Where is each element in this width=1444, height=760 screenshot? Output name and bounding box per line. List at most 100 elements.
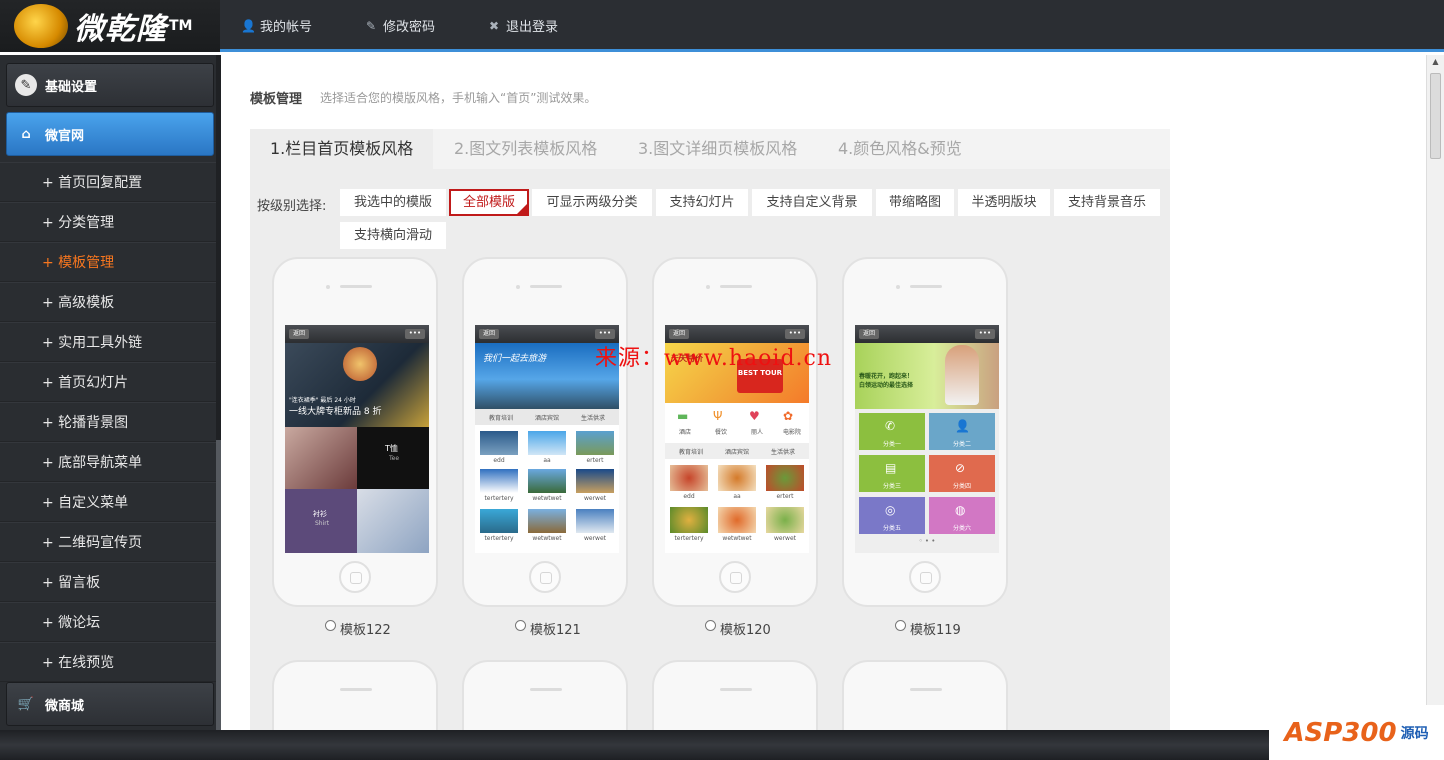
preview-back-button: 返回: [289, 329, 310, 339]
chip-two-level[interactable]: 可显示两级分类: [532, 189, 652, 216]
logout-link[interactable]: ✖ 退出登录: [487, 16, 559, 36]
phone-camera: [706, 285, 710, 289]
globe-icon: ◍: [955, 503, 966, 517]
sidebar-item-home-slides[interactable]: + 首页幻灯片: [0, 362, 216, 402]
chat-icon: ▤: [885, 461, 897, 475]
preview-navbar: 返回 •••: [855, 325, 999, 343]
preview-tile-label: 分类六: [952, 525, 971, 532]
chip-bg-music[interactable]: 支持背景音乐: [1054, 189, 1160, 216]
preview-thumb-label: tertertery: [674, 535, 704, 542]
preview-thumb: [576, 431, 614, 455]
sidebar-item-tools-links[interactable]: + 实用工具外链: [0, 322, 216, 362]
preview-thumb-label: werwet: [583, 535, 607, 542]
film-icon: ✿: [783, 409, 794, 423]
preview-tile-label: 分类四: [952, 483, 971, 490]
chip-thumbnail[interactable]: 带缩略图: [876, 189, 954, 216]
chip-horizontal-scroll[interactable]: 支持横向滑动: [340, 222, 446, 249]
phone-home-button: [339, 561, 371, 593]
preview-thumb: [670, 465, 708, 491]
sidebar-item-bottom-nav[interactable]: + 底部导航菜单: [0, 442, 216, 482]
sidebar-item-carousel-bg[interactable]: + 轮播背景图: [0, 402, 216, 442]
template-card-122[interactable]: 返回 ••• "连衣裙季" 最后 24 小时 一线大牌专柜新品 8 折 T恤 T…: [272, 257, 438, 607]
preview-icon-label: 电影院: [782, 429, 801, 436]
close-icon: ✖: [488, 18, 500, 33]
template-preview-screen: 返回 ••• 春暖花开，跑起来！ 白领运动的最佳选择 ✆ 👤 ▤ ⊘ ◎ ◍ 分…: [855, 325, 999, 553]
preview-thumb: [528, 469, 566, 493]
chip-custom-bg[interactable]: 支持自定义背景: [752, 189, 872, 216]
preview-thumb: [766, 465, 804, 491]
preview-tile-b-sub: Shirt: [315, 520, 330, 527]
camera-icon: ◎: [885, 503, 896, 517]
preview-thumb-label: aa: [543, 457, 551, 464]
phone-speaker: [340, 688, 372, 691]
chip-all-templates[interactable]: 全部模版 ✓: [449, 189, 529, 216]
change-password-link[interactable]: ✎ 修改密码: [364, 16, 435, 36]
logout-label: 退出登录: [506, 20, 559, 35]
chip-translucent[interactable]: 半透明版块: [958, 189, 1050, 216]
preview-more-icon: •••: [405, 329, 425, 339]
sidebar-item-forum[interactable]: + 微论坛: [0, 602, 216, 642]
preview-thumb-label: wetwtwet: [532, 535, 562, 542]
template-card-partial[interactable]: [842, 660, 1008, 740]
preview-tab: 生活供求: [580, 415, 605, 422]
preview-thumb: [766, 507, 804, 533]
template-radio-121[interactable]: 模板121: [515, 619, 581, 638]
preview-more-icon: •••: [595, 329, 615, 339]
my-account-label: 我的帐号: [260, 20, 313, 35]
preview-model-image: [343, 347, 377, 381]
chip-slideshow[interactable]: 支持幻灯片: [656, 189, 748, 216]
chip-my-selected[interactable]: 我选中的模版: [340, 189, 446, 216]
radio-icon: [325, 620, 336, 631]
sidebar-item-category[interactable]: + 分类管理: [0, 202, 216, 242]
tab-color-preview[interactable]: 4.颜色风格&预览: [838, 129, 962, 169]
sidebar-item-online-preview[interactable]: + 在线预览: [0, 642, 216, 682]
preview-thumb: [528, 509, 566, 533]
preview-thumb: [718, 507, 756, 533]
preview-thumb: [480, 509, 518, 533]
template-card-121[interactable]: 返回 ••• 我们一起去旅游 教育培训 酒店宾馆 生活供求 edd aa ert…: [462, 257, 628, 607]
sidebar-item-advanced-template[interactable]: + 高级模板: [0, 282, 216, 322]
main-scroll-thumb[interactable]: [1430, 73, 1441, 159]
pager-dots-icon: ◦ • •: [918, 537, 936, 545]
fork-icon: Ψ: [713, 409, 723, 423]
preview-back-button: 返回: [669, 329, 690, 339]
home-icon: ⌂: [21, 126, 31, 142]
preview-tile-a-label: T恤: [385, 444, 398, 453]
template-card-partial[interactable]: [652, 660, 818, 740]
my-account-link[interactable]: 👤 我的帐号: [241, 16, 313, 36]
scroll-up-icon[interactable]: ▲: [1427, 55, 1444, 69]
template-card-partial[interactable]: [462, 660, 628, 740]
preview-thumb-label: wetwtwet: [722, 535, 752, 542]
tab-list-template[interactable]: 2.图文列表模板风格: [454, 129, 597, 169]
phone-camera: [516, 285, 520, 289]
main-scrollbar[interactable]: ▲: [1426, 55, 1444, 730]
sidebar-item-message-board[interactable]: + 留言板: [0, 562, 216, 602]
sidebar-item-template[interactable]: + 模板管理: [0, 242, 216, 282]
tab-detail-template[interactable]: 3.图文详细页模板风格: [638, 129, 797, 169]
preview-thumb-label: ertert: [586, 457, 604, 464]
edit-icon: ✎: [365, 18, 377, 33]
phone-speaker: [720, 285, 752, 288]
template-card-119[interactable]: 返回 ••• 春暖花开，跑起来！ 白领运动的最佳选择 ✆ 👤 ▤ ⊘ ◎ ◍ 分…: [842, 257, 1008, 607]
template-name: 模板119: [910, 623, 961, 638]
sidebar-group-micro-site[interactable]: ⌂ 微官网: [6, 112, 214, 156]
sidebar-group-micro-mall[interactable]: 🛒 微商城: [6, 682, 214, 726]
template-name: 模板120: [720, 623, 771, 638]
template-card-partial[interactable]: [272, 660, 438, 740]
sidebar-item-custom-menu[interactable]: + 自定义菜单: [0, 482, 216, 522]
template-radio-122[interactable]: 模板122: [325, 619, 391, 638]
top-bar: 微乾隆 TM 👤 我的帐号 ✎ 修改密码 ✖ 退出登录: [0, 0, 1444, 52]
radio-icon: [705, 620, 716, 631]
sidebar-item-qrcode-page[interactable]: + 二维码宣传页: [0, 522, 216, 562]
phone-camera: [326, 285, 330, 289]
preview-icon-label: 餐饮: [714, 429, 727, 436]
user-icon: 👤: [241, 18, 256, 33]
template-radio-120[interactable]: 模板120: [705, 619, 771, 638]
template-radio-119[interactable]: 模板119: [895, 619, 961, 638]
template-card-120[interactable]: 返回 ••• 天天特价 BEST TOUR ▬ Ψ ♥ ✿ 酒店 餐饮 丽人 电…: [652, 257, 818, 607]
wrench-icon: ✎: [15, 74, 37, 96]
sidebar-item-home-reply[interactable]: + 首页回复配置: [0, 162, 216, 202]
preview-thumb: [576, 509, 614, 533]
tab-home-template[interactable]: 1.栏目首页模板风格: [250, 129, 434, 169]
sidebar-group-basic-settings[interactable]: ✎ 基础设置: [6, 63, 214, 107]
